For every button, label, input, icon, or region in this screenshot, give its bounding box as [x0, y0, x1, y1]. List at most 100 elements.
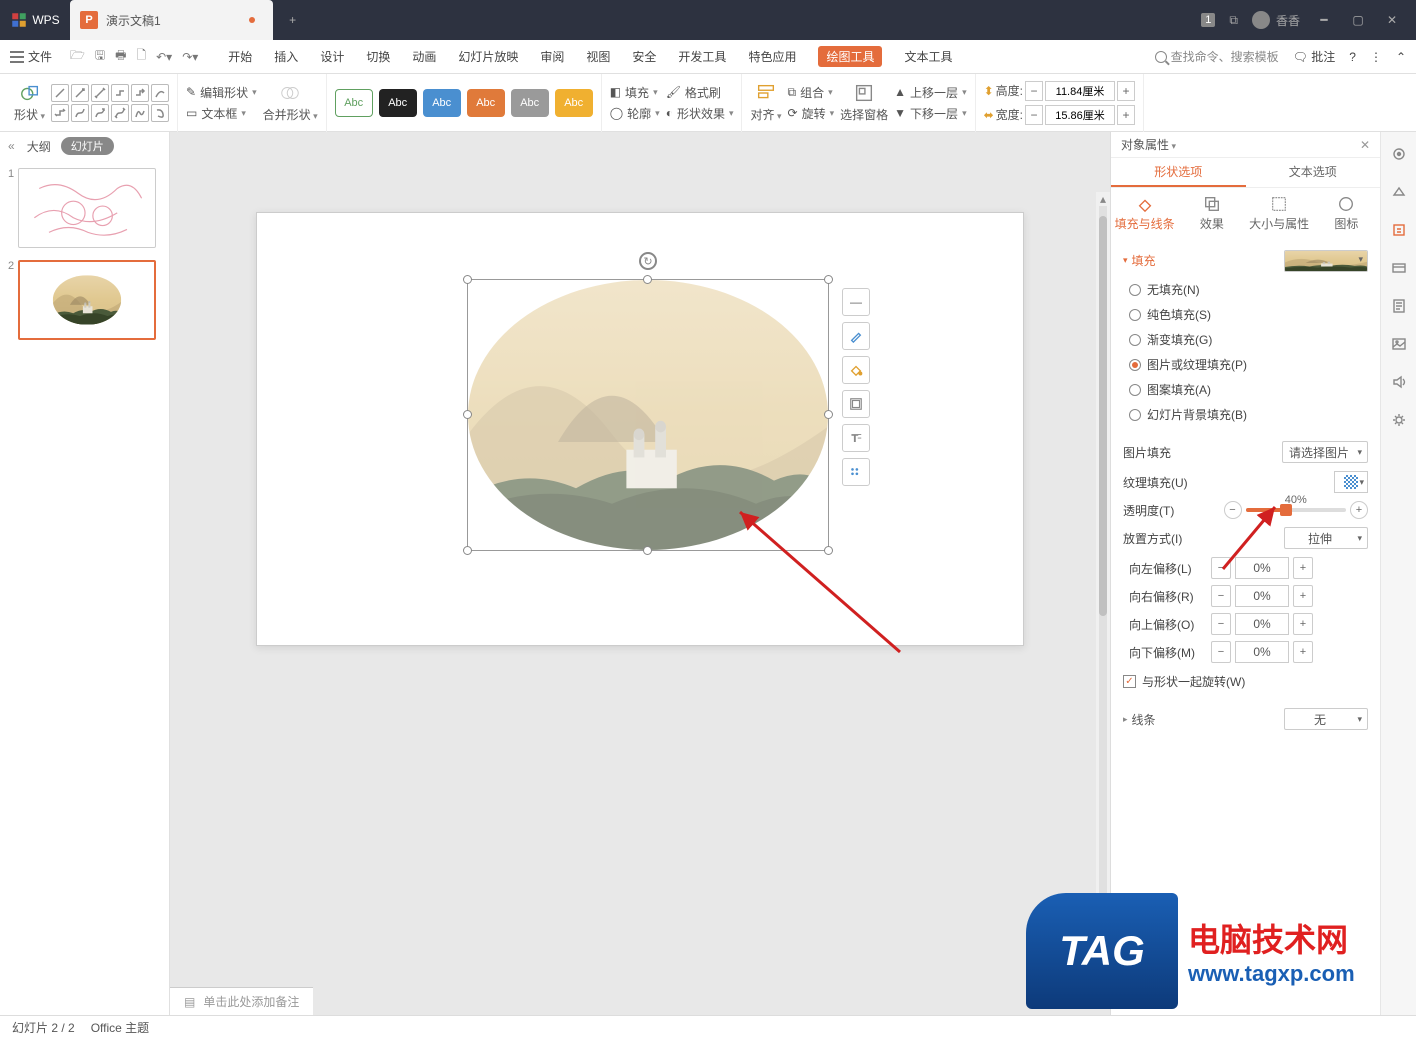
wps-home-button[interactable]: WPS [0, 0, 70, 40]
print-preview-icon[interactable]: 🗋 [136, 46, 146, 67]
print-icon[interactable]: 🖶 [115, 46, 126, 67]
rail-sound-icon[interactable] [1389, 372, 1409, 392]
resize-handle-b[interactable] [643, 546, 652, 555]
tab-draw-tools[interactable]: 绘图工具 [818, 46, 882, 67]
save-icon[interactable]: 🖫 [95, 46, 105, 67]
resize-handle-t[interactable] [643, 275, 652, 284]
notes-bar[interactable]: ▤ 单击此处添加备注 [170, 987, 313, 1015]
command-search[interactable]: 查找命令、搜索模板 [1155, 48, 1279, 65]
subtab-icon[interactable]: 图标 [1313, 188, 1380, 238]
offset-right-plus[interactable]: + [1293, 585, 1313, 607]
tab-home[interactable]: 开始 [228, 48, 252, 65]
fill-preview-dropdown[interactable] [1284, 250, 1368, 272]
fill-slidebg-radio[interactable]: 幻灯片背景填充(B) [1129, 406, 1368, 423]
canvas-area[interactable]: — T ▴▾ ▤ 单击此处添加备注 [170, 132, 1110, 1015]
offset-bottom-input[interactable] [1235, 641, 1289, 663]
rail-history-icon[interactable] [1389, 296, 1409, 316]
subtab-size[interactable]: 大小与属性 [1246, 188, 1313, 238]
width-control[interactable]: ⬌宽度: − + [984, 105, 1135, 125]
outline-tab-slides[interactable]: 幻灯片 [61, 137, 114, 155]
transparency-slider[interactable]: 40% [1246, 508, 1347, 512]
shape-style-gallery[interactable]: Abc Abc Abc Abc Abc Abc [335, 89, 593, 117]
minimize-button[interactable]: ━ [1314, 10, 1334, 30]
line-section-title[interactable]: 线条 [1132, 711, 1156, 728]
more-icon[interactable]: ⋮ [1370, 50, 1382, 64]
style-swatch-3[interactable]: Abc [423, 89, 461, 117]
group-button[interactable]: ⧉ 组合 [788, 84, 835, 101]
rail-settings-icon[interactable] [1389, 410, 1409, 430]
slide-canvas[interactable]: — T [256, 212, 1024, 646]
offset-left-minus[interactable]: − [1211, 557, 1231, 579]
selected-shape[interactable]: — T [467, 279, 829, 551]
undo-button[interactable]: ↶▾ [156, 50, 172, 64]
outline-button[interactable]: ◯ 轮廓 [610, 105, 660, 122]
resize-handle-tl[interactable] [463, 275, 472, 284]
notification-badge[interactable]: 1 [1201, 13, 1215, 27]
resize-handle-tr[interactable] [824, 275, 833, 284]
outline-tab-outline[interactable]: 大纲 [27, 138, 51, 155]
tab-transition[interactable]: 切换 [366, 48, 390, 65]
rotate-button[interactable]: ⟳ 旋转 [788, 105, 835, 122]
pane-tab-text[interactable]: 文本选项 [1246, 158, 1381, 187]
height-control[interactable]: ⬍高度: − + [984, 81, 1135, 101]
fill-button[interactable]: ◧ 填充 [610, 84, 660, 101]
offset-right-minus[interactable]: − [1211, 585, 1231, 607]
height-input[interactable] [1045, 81, 1115, 101]
tab-design[interactable]: 设计 [320, 48, 344, 65]
tab-special[interactable]: 特色应用 [748, 48, 796, 65]
height-plus[interactable]: + [1117, 81, 1135, 101]
fill-gradient-radio[interactable]: 渐变填充(G) [1129, 331, 1368, 348]
help-icon[interactable]: ? [1349, 50, 1356, 64]
selection-pane-button[interactable]: 选择窗格 [840, 82, 888, 123]
tab-slideshow[interactable]: 幻灯片放映 [458, 48, 518, 65]
offset-top-plus[interactable]: + [1293, 613, 1313, 635]
pic-fill-dropdown[interactable]: 请选择图片 [1282, 441, 1368, 463]
fill-solid-radio[interactable]: 纯色填充(S) [1129, 306, 1368, 323]
offset-left-plus[interactable]: + [1293, 557, 1313, 579]
rail-template-icon[interactable] [1389, 258, 1409, 278]
offset-right-input[interactable] [1235, 585, 1289, 607]
more-tool-icon[interactable] [842, 458, 870, 486]
style-swatch-6[interactable]: Abc [555, 89, 593, 117]
collapse-ribbon-icon[interactable]: ⌃ [1396, 50, 1406, 64]
transparency-minus[interactable]: − [1224, 501, 1242, 519]
collapse-tools-icon[interactable]: — [842, 288, 870, 316]
tab-security[interactable]: 安全 [632, 48, 656, 65]
fill-section-title[interactable]: 填充 [1123, 252, 1156, 269]
extensions-icon[interactable]: ⧉ [1229, 13, 1238, 28]
layout-tool-icon[interactable] [842, 390, 870, 418]
pane-title[interactable]: 对象属性 [1121, 136, 1176, 153]
file-menu[interactable]: 文件 [10, 48, 52, 65]
rail-home-icon[interactable] [1389, 144, 1409, 164]
rotate-with-shape-checkbox[interactable]: 与形状一起旋转(W) [1123, 673, 1368, 690]
document-tab[interactable]: P 演示文稿1 [70, 0, 273, 40]
width-plus[interactable]: + [1117, 105, 1135, 125]
format-painter-button[interactable]: 🖌 格式刷 [666, 84, 734, 101]
pen-tool-icon[interactable] [842, 322, 870, 350]
shape-effect-button[interactable]: ◐ 形状效果 [666, 105, 734, 122]
tab-text-tools[interactable]: 文本工具 [904, 48, 952, 65]
rotation-handle[interactable] [639, 252, 657, 270]
rail-design-icon[interactable] [1389, 182, 1409, 202]
width-input[interactable] [1045, 105, 1115, 125]
user-account[interactable]: 香香 [1252, 11, 1300, 29]
rail-image-icon[interactable] [1389, 334, 1409, 354]
style-swatch-1[interactable]: Abc [335, 89, 373, 117]
offset-bottom-minus[interactable]: − [1211, 641, 1231, 663]
slide-thumbnail-2[interactable] [18, 260, 156, 340]
tab-animation[interactable]: 动画 [412, 48, 436, 65]
subtab-effect[interactable]: 效果 [1178, 188, 1245, 238]
maximize-button[interactable]: ▢ [1348, 10, 1368, 30]
tab-insert[interactable]: 插入 [274, 48, 298, 65]
line-style-dropdown[interactable]: 无 [1284, 708, 1368, 730]
close-pane-icon[interactable]: ✕ [1360, 138, 1370, 152]
fill-picture-radio[interactable]: 图片或纹理填充(P) [1129, 356, 1368, 373]
placement-dropdown[interactable]: 拉伸 [1284, 527, 1368, 549]
tab-view[interactable]: 视图 [586, 48, 610, 65]
width-minus[interactable]: − [1025, 105, 1043, 125]
resize-handle-l[interactable] [463, 410, 472, 419]
pane-tab-shape[interactable]: 形状选项 [1111, 158, 1246, 187]
style-swatch-2[interactable]: Abc [379, 89, 417, 117]
canvas-scrollbar[interactable]: ▴▾ [1096, 192, 1110, 987]
style-swatch-4[interactable]: Abc [467, 89, 505, 117]
